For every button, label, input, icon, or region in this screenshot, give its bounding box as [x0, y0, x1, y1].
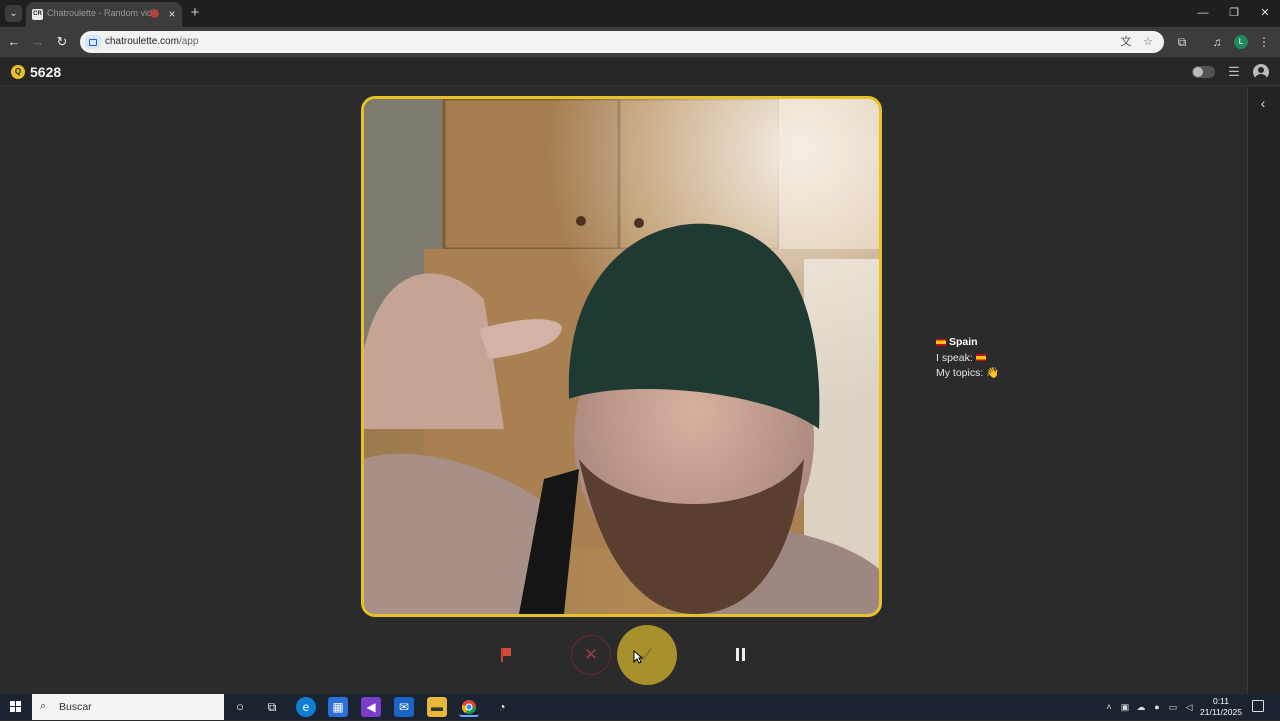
- address-url[interactable]: chatroulette.com/app: [105, 36, 198, 47]
- tray-volume-icon[interactable]: ◁: [1183, 700, 1195, 714]
- cortana-circle-icon[interactable]: ○: [230, 697, 250, 717]
- filters-sliders-icon[interactable]: ☰: [1225, 63, 1243, 81]
- toggle-knob: [1193, 67, 1203, 77]
- minimize-icon[interactable]: —: [1188, 0, 1218, 27]
- partner-country-row: Spain: [936, 335, 999, 351]
- windows-start-icon[interactable]: [10, 701, 22, 713]
- browser-toolbar: ← → ↻ chatroulette.com/app 文 ☆ ⧉ ♫ ⋮: [0, 27, 1280, 57]
- taskbar-search-placeholder: Buscar: [59, 701, 92, 713]
- search-icon: ⌕: [40, 700, 47, 712]
- partner-topics-row: My topics: 👋: [936, 366, 999, 382]
- translate-icon[interactable]: 文: [1119, 35, 1133, 49]
- tray-cloud-icon[interactable]: ☁: [1135, 700, 1147, 714]
- bookmark-star-icon[interactable]: ☆: [1141, 35, 1155, 49]
- edge-icon[interactable]: e: [296, 697, 316, 717]
- browser-tab-bar: ⌄ CR Chatroulette - Random vid × + — ❐ ✕: [0, 0, 1280, 27]
- skip-button[interactable]: ✕: [571, 635, 611, 675]
- partner-video-image: [364, 99, 879, 614]
- waving-hand-icon: 👋: [986, 367, 1000, 379]
- spain-flag-icon: [975, 354, 986, 362]
- side-panel: [1247, 87, 1280, 694]
- flag-cloth: [503, 648, 511, 656]
- restore-icon[interactable]: ❐: [1219, 0, 1249, 27]
- address-bar[interactable]: chatroulette.com/app 文 ☆: [80, 31, 1164, 53]
- spain-flag-icon: [936, 338, 946, 346]
- kebab-menu-icon[interactable]: ⋮: [1256, 34, 1272, 50]
- tab-recording-icon: [150, 9, 159, 18]
- tray-network-icon[interactable]: ▭: [1167, 700, 1179, 714]
- recorder-app-icon[interactable]: ◔: [492, 697, 512, 717]
- mouse-cursor-icon: [633, 650, 643, 664]
- url-host: chatroulette.com: [105, 36, 179, 47]
- task-view-icon[interactable]: ⧉: [262, 697, 282, 717]
- tray-chevron-up-icon[interactable]: ˄: [1103, 700, 1115, 714]
- pause-icon[interactable]: [735, 648, 747, 662]
- clock-date: 21/11/2025: [1200, 707, 1242, 717]
- visual-studio-icon[interactable]: ◀: [361, 697, 381, 717]
- profile-avatar[interactable]: L: [1234, 35, 1248, 49]
- partner-country: Spain: [949, 336, 978, 348]
- chevron-left-icon[interactable]: ‹: [1254, 94, 1272, 112]
- taskbar-search[interactable]: ⌕ Buscar: [32, 694, 224, 720]
- account-user-icon[interactable]: [1253, 64, 1269, 80]
- site-camera-icon[interactable]: [85, 35, 101, 49]
- store-icon[interactable]: ▦: [328, 697, 348, 717]
- extensions-puzzle-icon[interactable]: ⧉: [1174, 34, 1190, 50]
- partner-info: Spain I speak: My topics: 👋: [936, 335, 999, 382]
- clock-time: 0:11: [1213, 696, 1229, 706]
- back-arrow-icon[interactable]: ←: [6, 34, 22, 50]
- tab-close-icon[interactable]: ×: [166, 7, 178, 21]
- partner-language-row: I speak:: [936, 351, 999, 367]
- taskbar: ⌕ Buscar ○ ⧉ e ▦ ◀ ✉ ▬ ◔ ˄ ▣ ☁ ● ▭ ◁ 0:1…: [0, 694, 1280, 720]
- file-explorer-icon[interactable]: ▬: [427, 697, 447, 717]
- tab-title: Chatroulette - Random vid: [47, 8, 153, 18]
- tab-search-chevron-icon[interactable]: ⌄: [5, 5, 22, 22]
- reload-icon[interactable]: ↻: [54, 34, 70, 50]
- partner-video: [361, 96, 882, 617]
- forward-arrow-icon[interactable]: →: [30, 34, 46, 50]
- coin-icon: Q: [11, 65, 25, 79]
- speak-label: I speak:: [936, 351, 973, 364]
- theme-toggle[interactable]: [1192, 66, 1215, 78]
- browser-tab[interactable]: CR Chatroulette - Random vid ×: [26, 2, 182, 27]
- report-flag-icon[interactable]: [500, 648, 512, 662]
- outlook-icon[interactable]: ✉: [394, 697, 414, 717]
- media-control-icon[interactable]: ♫: [1209, 34, 1225, 50]
- app-header: Q 5628 ☰: [0, 58, 1280, 86]
- tray-device-icon[interactable]: ▣: [1119, 700, 1131, 714]
- chrome-icon[interactable]: [459, 697, 479, 717]
- url-path: /app: [178, 36, 199, 47]
- taskbar-clock[interactable]: 0:11 21/11/2025: [1200, 696, 1242, 718]
- notifications-icon[interactable]: [1252, 700, 1264, 712]
- window-close-icon[interactable]: ✕: [1250, 0, 1280, 27]
- coins-balance[interactable]: 5628: [30, 64, 61, 80]
- tray-microphone-icon[interactable]: ●: [1151, 700, 1163, 714]
- topics-label: My topics:: [936, 367, 984, 379]
- tab-favicon-icon: CR: [32, 9, 43, 20]
- new-tab-plus-icon[interactable]: +: [187, 5, 203, 21]
- accept-button[interactable]: ✓: [617, 625, 677, 685]
